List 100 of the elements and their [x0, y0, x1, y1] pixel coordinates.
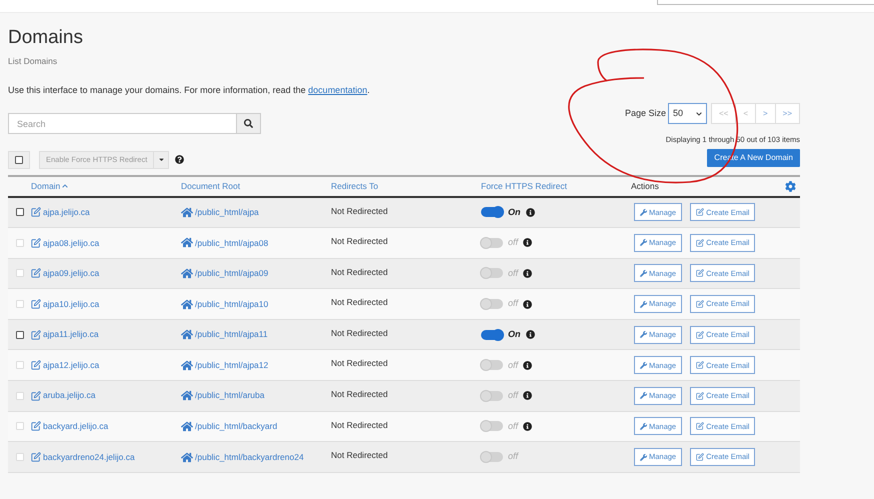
- edit-icon: [696, 392, 704, 400]
- edit-icon: [696, 208, 704, 216]
- column-header[interactable]: Document Root: [181, 180, 240, 192]
- https-status: On: [508, 328, 520, 341]
- https-toggle[interactable]: [481, 207, 503, 218]
- wrench-icon: [640, 454, 647, 461]
- domain-link[interactable]: backyard.jelijo.ca: [31, 420, 108, 433]
- page-subtitle: List Domains: [8, 55, 58, 68]
- page-size-select[interactable]: 50: [668, 103, 707, 124]
- edit-icon: [696, 300, 704, 308]
- column-header[interactable]: Redirects To: [331, 180, 378, 192]
- edit-link-icon: [31, 421, 41, 432]
- https-toggle[interactable]: [481, 360, 503, 370]
- search-icon: [244, 119, 253, 128]
- domain-link[interactable]: ajpa12.jelijo.ca: [31, 358, 100, 372]
- home-icon: [181, 329, 193, 340]
- column-header: Actions: [631, 180, 659, 192]
- select-all-checkbox[interactable]: [15, 156, 23, 164]
- redirect-status: Not Redirected: [331, 236, 388, 246]
- info-icon[interactable]: [526, 208, 534, 217]
- domain-link[interactable]: backyardreno24.jelijo.ca: [31, 450, 135, 464]
- edit-icon: [696, 361, 704, 370]
- pagination-button[interactable]: >: [756, 104, 776, 124]
- settings-icon[interactable]: [785, 180, 796, 192]
- document-root-link[interactable]: /public_html/ajpa11: [181, 328, 268, 342]
- edit-icon: [696, 269, 704, 278]
- https-toggle[interactable]: [481, 452, 503, 462]
- info-icon[interactable]: [523, 360, 532, 370]
- wrench-icon: [640, 362, 647, 369]
- domain-link[interactable]: ajpa10.jelijo.ca: [31, 298, 100, 310]
- wrench-icon: [640, 422, 647, 430]
- redirect-status: Not Redirected: [331, 389, 388, 400]
- top-input-field[interactable]: [657, 0, 874, 5]
- page-title: Domains: [8, 26, 84, 50]
- domain-link[interactable]: ajpa11.jelijo.ca: [31, 328, 99, 342]
- https-toggle[interactable]: [481, 268, 503, 278]
- https-status: off: [508, 236, 518, 250]
- edit-link-icon: [31, 390, 41, 401]
- home-icon: [181, 420, 193, 432]
- help-icon[interactable]: [175, 155, 184, 164]
- document-root-link[interactable]: /public_html/ajpa12: [181, 358, 268, 372]
- document-root-link[interactable]: /public_html/ajpa08: [181, 236, 268, 250]
- domain-link[interactable]: ajpa08.jelijo.ca: [31, 236, 100, 250]
- info-icon[interactable]: [523, 238, 532, 248]
- https-status: off: [508, 389, 518, 402]
- info-icon[interactable]: [523, 422, 532, 431]
- https-status: off: [508, 450, 518, 464]
- document-root-link[interactable]: /public_html/backyardreno24: [181, 450, 304, 464]
- info-icon[interactable]: [523, 268, 532, 278]
- https-status: off: [508, 266, 518, 280]
- home-icon: [181, 390, 193, 402]
- documentation-link[interactable]: documentation: [308, 84, 368, 95]
- wrench-icon: [640, 239, 647, 246]
- domain-link[interactable]: ajpa.jelijo.ca: [31, 206, 90, 219]
- wrench-icon: [640, 300, 647, 308]
- info-icon[interactable]: [523, 391, 532, 400]
- bulk-dropdown-button[interactable]: [154, 150, 170, 168]
- https-toggle[interactable]: [481, 421, 503, 432]
- domain-link[interactable]: ajpa09.jelijo.ca: [31, 267, 100, 280]
- edit-icon: [696, 422, 704, 430]
- wrench-icon: [640, 392, 647, 400]
- pagination-button[interactable]: >>: [776, 104, 799, 124]
- https-toggle[interactable]: [481, 238, 503, 248]
- row-checkbox[interactable]: [16, 330, 24, 339]
- document-root-link[interactable]: /public_html/backyard: [181, 420, 278, 433]
- column-header[interactable]: Force HTTPS Redirect: [481, 180, 567, 192]
- wrench-icon: [640, 270, 647, 277]
- document-root-link[interactable]: /public_html/aruba: [181, 389, 264, 402]
- redirect-status: Not Redirected: [331, 328, 388, 338]
- edit-icon: [696, 453, 704, 462]
- redirect-status: Not Redirected: [331, 450, 388, 460]
- caret-icon: [158, 156, 165, 163]
- wrench-icon: [640, 331, 647, 338]
- edit-icon: [696, 238, 704, 247]
- https-status: On: [508, 206, 520, 219]
- document-root-link[interactable]: /public_html/ajpa09: [181, 267, 268, 280]
- edit-link-icon: [31, 268, 41, 278]
- row-checkbox[interactable]: [16, 208, 24, 216]
- edit-link-icon: [31, 452, 41, 462]
- edit-link-icon: [31, 238, 41, 248]
- edit-icon: [696, 330, 704, 339]
- home-icon: [181, 268, 193, 279]
- https-toggle[interactable]: [481, 330, 503, 340]
- https-toggle[interactable]: [481, 299, 503, 310]
- page-size-label: Page Size: [624, 107, 666, 120]
- info-icon[interactable]: [526, 330, 534, 340]
- domain-link[interactable]: aruba.jelijo.ca: [31, 389, 96, 402]
- document-root-link[interactable]: /public_html/ajpa10: [181, 298, 268, 310]
- https-status: off: [508, 420, 518, 433]
- home-icon: [181, 452, 193, 463]
- sort-up-icon: [62, 183, 68, 189]
- info-icon[interactable]: [523, 300, 532, 309]
- document-root-link[interactable]: /public_html/ajpa: [181, 206, 259, 219]
- select-all-checkbox-box[interactable]: [8, 150, 30, 168]
- search-button[interactable]: [237, 113, 261, 134]
- chevron-down-icon: [696, 110, 702, 117]
- https-toggle[interactable]: [481, 390, 503, 401]
- column-header[interactable]: Domain: [31, 180, 68, 192]
- home-icon: [181, 237, 193, 248]
- search-field[interactable]: Search: [8, 113, 237, 134]
